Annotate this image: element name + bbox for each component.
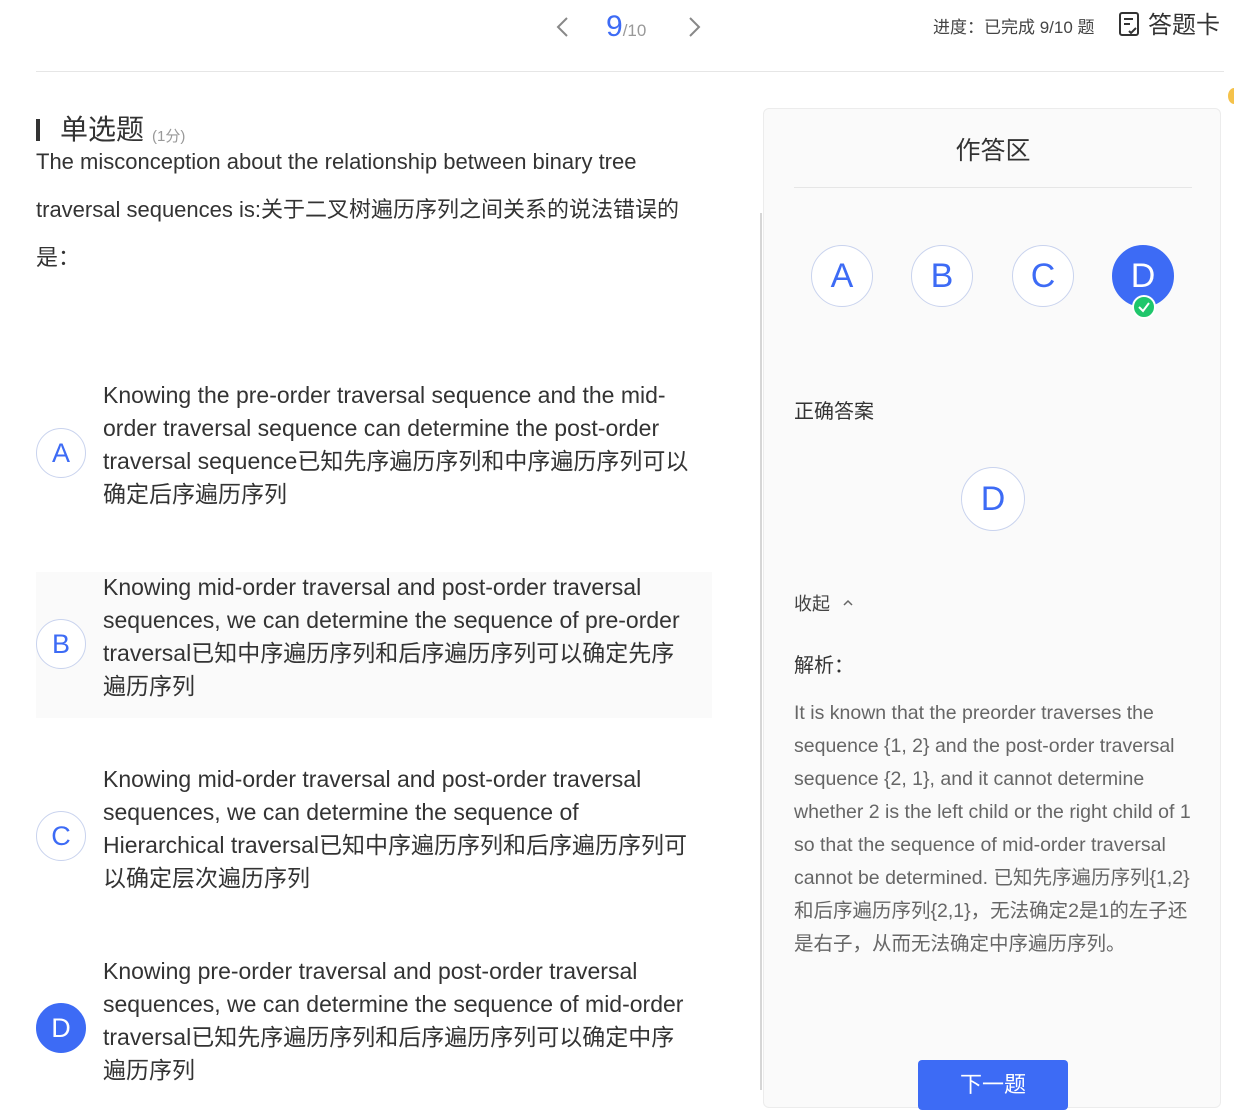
question-type-marker [36, 119, 40, 141]
prev-question-chevron-left-icon[interactable] [552, 14, 574, 40]
page-indicator: 9/10 [606, 10, 646, 44]
answer-choice-b[interactable]: B [911, 245, 973, 307]
answer-panel: 作答区 A B C D 正确答案 D 收起 解析： It is known th… [763, 108, 1221, 1110]
option-c-text: Knowing mid-order traversal and post-ord… [103, 766, 688, 891]
top-bar: 9/10 进度：已完成 9/10 题 答题卡 [0, 0, 1234, 56]
correct-answer-label: 正确答案 [794, 401, 874, 423]
selected-check-icon [1132, 295, 1156, 319]
answer-choice-a[interactable]: A [811, 245, 873, 307]
total-pages: /10 [622, 21, 647, 40]
answer-card-button[interactable]: 答题卡 [1118, 11, 1220, 41]
option-c[interactable]: C Knowing mid-order traversal and post-o… [36, 760, 712, 906]
panel-divider [794, 187, 1192, 188]
question-type-label: 单选题 [60, 114, 145, 145]
option-d-letter: D [36, 1003, 86, 1053]
option-c-letter: C [36, 811, 86, 861]
current-page-number: 9 [606, 10, 623, 43]
option-a-text: Knowing the pre-order traversal sequence… [103, 382, 689, 507]
option-d-text: Knowing pre-order traversal and post-ord… [103, 958, 684, 1083]
option-d[interactable]: D Knowing pre-order traversal and post-o… [36, 952, 712, 1098]
option-b[interactable]: B Knowing mid-order traversal and post-o… [36, 572, 712, 718]
question-score: (1分) [152, 127, 186, 145]
answer-card-label: 答题卡 [1148, 12, 1220, 39]
correct-answer-value: D [961, 467, 1025, 531]
answer-card-icon [1118, 11, 1140, 42]
next-question-button[interactable]: 下一题 [918, 1060, 1068, 1110]
analysis-text: It is known that the preorder traverses … [794, 702, 1191, 955]
chevron-up-icon [843, 599, 853, 606]
scrollbar-track[interactable] [760, 213, 762, 1090]
progress-text: 进度：已完成 9/10 题 [933, 18, 1095, 37]
answer-panel-title: 作答区 [955, 137, 1031, 165]
next-question-chevron-right-icon[interactable] [683, 14, 705, 40]
option-a-letter: A [36, 428, 86, 478]
option-b-text: Knowing mid-order traversal and post-ord… [103, 574, 680, 699]
option-b-letter: B [36, 619, 86, 669]
answer-choice-c[interactable]: C [1012, 245, 1074, 307]
question-stem: The misconception about the relationship… [36, 149, 679, 270]
floating-edge-indicator[interactable] [1228, 88, 1234, 104]
option-a[interactable]: A Knowing the pre-order traversal sequen… [36, 376, 712, 522]
question-type-header: 单选题 (1分) [36, 112, 185, 148]
collapse-toggle[interactable]: 收起 [794, 590, 854, 616]
question-stem-container: The misconception about the relationship… [36, 148, 712, 288]
collapse-label: 收起 [794, 594, 830, 614]
analysis-label: 解析： [794, 655, 854, 677]
top-divider [36, 71, 1224, 72]
